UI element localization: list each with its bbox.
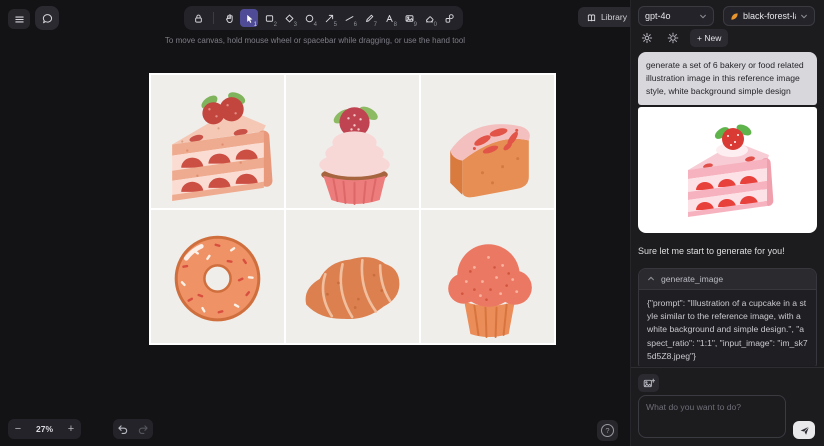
tool-lock[interactable] xyxy=(189,9,207,27)
library-book-icon xyxy=(587,13,596,21)
settings-button[interactable] xyxy=(638,30,655,47)
tool-arrow[interactable]: 5 xyxy=(320,9,338,28)
tool-shortcut: 9 xyxy=(413,22,417,28)
tool-image[interactable]: 9 xyxy=(400,9,418,28)
model-select[interactable]: gpt-4o xyxy=(638,6,714,26)
toolbar-divider xyxy=(213,12,214,24)
tool-text[interactable]: 8 xyxy=(380,9,398,28)
hamburger-icon xyxy=(14,16,24,22)
chat-toggle-button[interactable] xyxy=(35,6,59,30)
tool-ellipse[interactable]: 4 xyxy=(300,9,318,28)
tool-draw[interactable]: 7 xyxy=(360,9,378,28)
tool-shortcut: 0 xyxy=(433,22,437,28)
sun-icon xyxy=(667,32,678,44)
zoom-controls: − 27% + xyxy=(8,419,81,439)
tool-shortcut: 8 xyxy=(393,22,397,28)
chat-panel: gpt-4o black-forest-lat xyxy=(630,0,824,446)
cake-slice-illustration xyxy=(172,92,273,201)
gear-icon xyxy=(641,32,652,44)
canvas-image-grid xyxy=(149,73,556,345)
zoom-out-button[interactable]: − xyxy=(8,419,28,439)
tool-diamond[interactable]: 3 xyxy=(280,9,298,28)
library-button[interactable]: Library xyxy=(578,7,635,27)
tool-shortcut: 2 xyxy=(273,22,277,28)
canvas-image-muffin[interactable] xyxy=(421,210,554,343)
library-label: Library xyxy=(601,12,627,22)
reference-cake-illustration xyxy=(687,124,773,217)
zoom-level[interactable]: 27% xyxy=(28,424,61,434)
provider-select[interactable]: black-forest-lat xyxy=(723,6,815,26)
user-message: generate a set of 6 bakery or food relat… xyxy=(638,52,817,105)
tool-call-block: generate_image {"prompt": "Illustration … xyxy=(638,267,817,366)
tool-shortcut: 1 xyxy=(253,22,257,28)
chevron-down-icon xyxy=(700,14,706,18)
app-window: 1 2 3 4 5 6 7 8 9 0 Library To move canv… xyxy=(0,0,824,446)
model-select-value: gpt-4o xyxy=(645,11,671,21)
croissant-illustration xyxy=(305,257,400,320)
tool-shortcut: 5 xyxy=(333,22,337,28)
canvas-image-donut[interactable] xyxy=(151,210,284,343)
attach-image-button[interactable] xyxy=(638,374,659,392)
redo-icon xyxy=(138,425,148,435)
canvas-image-cupcake[interactable] xyxy=(286,75,419,208)
tool-selection[interactable]: 1 xyxy=(240,9,258,28)
more-tools-shapes-icon xyxy=(445,13,454,23)
composer-divider xyxy=(631,367,824,368)
model-selectors-row: gpt-4o black-forest-lat xyxy=(638,6,815,26)
new-chat-button[interactable]: + New xyxy=(690,29,729,47)
canvas-area[interactable]: 1 2 3 4 5 6 7 8 9 0 Library To move canv… xyxy=(0,0,635,446)
redo-button[interactable] xyxy=(133,419,153,439)
tool-rectangle[interactable]: 2 xyxy=(260,9,278,28)
provider-select-value: black-forest-lat xyxy=(743,11,796,21)
reference-image[interactable] xyxy=(638,106,817,233)
canvas-image-loaf-cake[interactable] xyxy=(421,75,554,208)
canvas-image-cake-slice[interactable] xyxy=(151,75,284,208)
undo-icon xyxy=(118,425,128,435)
tool-call-name: generate_image xyxy=(661,273,724,284)
help-button[interactable]: ? xyxy=(597,420,618,441)
chat-bubble-icon xyxy=(42,13,52,23)
tool-shortcut: 6 xyxy=(353,22,357,28)
assistant-message: Sure let me start to generate for you! xyxy=(638,245,785,256)
tool-eraser[interactable]: 0 xyxy=(420,9,438,28)
tool-call-header[interactable]: generate_image xyxy=(639,268,816,289)
provider-logo-icon xyxy=(731,12,738,20)
chevron-down-icon xyxy=(801,14,807,18)
canvas-image-croissant[interactable] xyxy=(286,210,419,343)
loaf-cake-illustration xyxy=(450,124,530,198)
tool-line[interactable]: 6 xyxy=(340,9,358,28)
tool-call-arguments: {"prompt": "Illustration of a cupcake in… xyxy=(639,288,816,366)
lock-icon xyxy=(194,14,202,23)
theme-toggle-button[interactable] xyxy=(664,30,681,47)
tool-shortcut: 7 xyxy=(373,22,377,28)
zoom-in-button[interactable]: + xyxy=(61,419,81,439)
tool-shortcut: 3 xyxy=(293,22,297,28)
canvas-hint-text: To move canvas, hold mouse wheel or spac… xyxy=(164,36,466,45)
undo-button[interactable] xyxy=(113,419,133,439)
tool-toolbar: 1 2 3 4 5 6 7 8 9 0 xyxy=(184,6,463,30)
chevron-up-icon xyxy=(648,276,654,281)
chat-actions-row: + New xyxy=(638,29,729,47)
muffin-illustration xyxy=(448,244,532,338)
donut-illustration xyxy=(174,235,261,322)
chat-input[interactable] xyxy=(638,395,786,438)
tool-shortcut: 4 xyxy=(313,22,317,28)
hand-icon xyxy=(225,13,233,23)
question-mark-icon: ? xyxy=(601,424,614,437)
tool-more-tools[interactable] xyxy=(440,9,458,27)
cupcake-illustration xyxy=(319,106,390,205)
history-controls xyxy=(113,419,153,439)
chat-messages: generate a set of 6 bakery or food relat… xyxy=(638,52,817,366)
tool-hand[interactable] xyxy=(220,9,238,27)
send-paper-plane-icon xyxy=(800,426,809,435)
image-plus-icon xyxy=(643,378,655,387)
send-button[interactable] xyxy=(793,421,815,439)
main-menu-button[interactable] xyxy=(8,9,30,29)
